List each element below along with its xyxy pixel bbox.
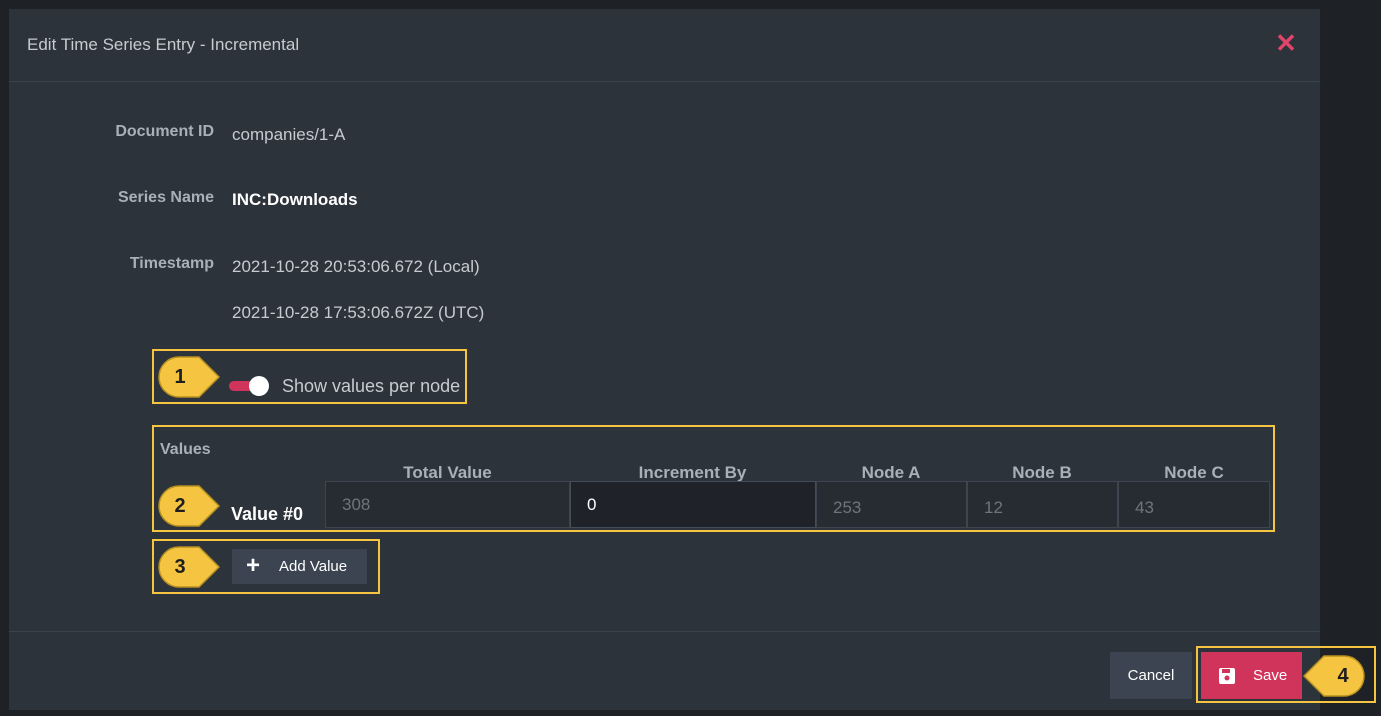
cancel-button[interactable]: Cancel [1110, 652, 1192, 699]
highlight-box-values [152, 425, 1275, 532]
series-name-value: INC:Downloads [232, 190, 358, 209]
document-id-value: companies/1-A [232, 125, 346, 144]
timestamp-local: 2021-10-28 20:53:06.672 (Local) [232, 257, 480, 276]
callout-number: 2 [174, 495, 186, 517]
callout-marker-4: 4 [1302, 654, 1366, 698]
footer-divider [9, 631, 1320, 632]
document-id-label: Document ID [115, 123, 214, 140]
callout-number: 3 [174, 556, 186, 578]
series-name-label: Series Name [117, 189, 214, 206]
timestamp-utc: 2021-10-28 17:53:06.672Z (UTC) [232, 303, 485, 322]
callout-marker-1: 1 [157, 355, 221, 399]
callout-marker-3: 3 [157, 545, 221, 589]
callout-number: 4 [1337, 665, 1349, 687]
dialog-header: Edit Time Series Entry - Incremental ✕ [9, 9, 1320, 82]
callout-marker-2: 2 [157, 484, 221, 528]
dialog-title: Edit Time Series Entry - Incremental [27, 35, 300, 54]
timestamp-label: Timestamp [129, 255, 214, 272]
close-icon[interactable]: ✕ [1274, 29, 1298, 57]
callout-number: 1 [174, 366, 186, 388]
